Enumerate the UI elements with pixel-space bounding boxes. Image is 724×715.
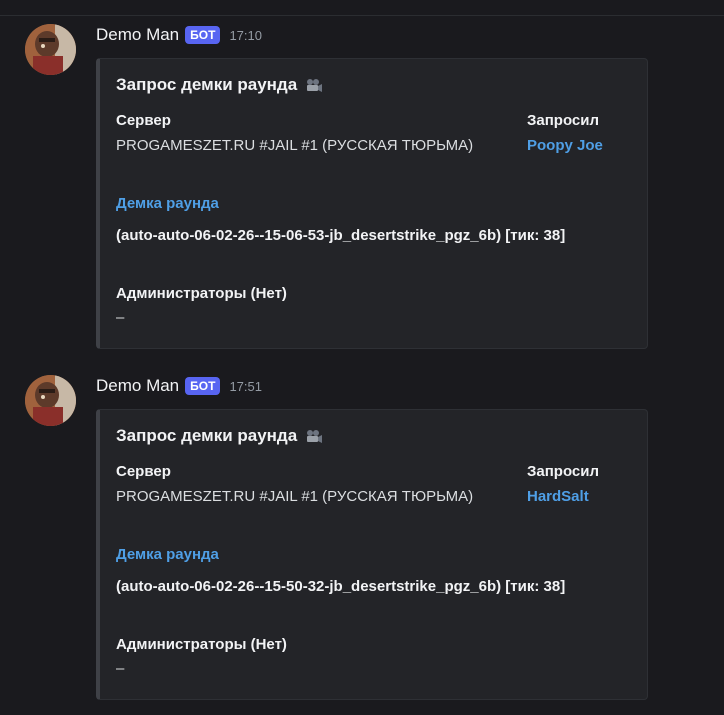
field-value-server: PROGAMESZET.RU #JAIL #1 (РУССКАЯ ТЮРЬМА)	[116, 137, 474, 154]
requester-link[interactable]: Poopy Joe	[527, 137, 603, 154]
movie-camera-icon	[303, 76, 323, 94]
username[interactable]: Demo Man	[96, 25, 179, 45]
field-value-server: PROGAMESZET.RU #JAIL #1 (РУССКАЯ ТЮРЬМА)	[116, 488, 474, 505]
field-value-admins: –	[116, 660, 125, 677]
movie-camera-icon	[303, 427, 323, 445]
top-divider	[0, 15, 724, 16]
embed-title-text: Запрос демки раунда	[116, 426, 298, 445]
embed-title: Запрос демки раунда	[116, 426, 323, 446]
field-value-admins: –	[116, 309, 125, 326]
field-name-requested: Запросил	[527, 112, 600, 129]
embed: Запрос демки раунда Сервер PROGAMESZET.R…	[96, 409, 648, 700]
message-header: Demo Man БОТ 17:51	[96, 375, 262, 397]
avatar[interactable]	[25, 375, 76, 426]
field-name-admins: Администраторы (Нет)	[116, 285, 287, 302]
field-name-server: Сервер	[116, 112, 171, 129]
field-name-requested: Запросил	[527, 463, 600, 480]
field-name-admins: Администраторы (Нет)	[116, 636, 287, 653]
bot-tag: БОТ	[185, 377, 221, 395]
demo-link[interactable]: Демка раунда	[116, 546, 219, 563]
timestamp[interactable]: 17:51	[229, 379, 262, 394]
bot-tag: БОТ	[185, 26, 221, 44]
embed-title-text: Запрос демки раунда	[116, 75, 298, 94]
field-value-demo: (auto-auto-06-02-26--15-06-53-jb_deserts…	[116, 227, 566, 244]
field-name-server: Сервер	[116, 463, 171, 480]
timestamp[interactable]: 17:10	[229, 28, 262, 43]
demo-link[interactable]: Демка раунда	[116, 195, 219, 212]
field-value-demo: (auto-auto-06-02-26--15-50-32-jb_deserts…	[116, 578, 566, 595]
embed-title: Запрос демки раунда	[116, 75, 323, 95]
avatar[interactable]	[25, 24, 76, 75]
requester-link[interactable]: HardSalt	[527, 488, 589, 505]
embed: Запрос демки раунда Сервер PROGAMESZET.R…	[96, 58, 648, 349]
message-header: Demo Man БОТ 17:10	[96, 24, 262, 46]
username[interactable]: Demo Man	[96, 376, 179, 396]
